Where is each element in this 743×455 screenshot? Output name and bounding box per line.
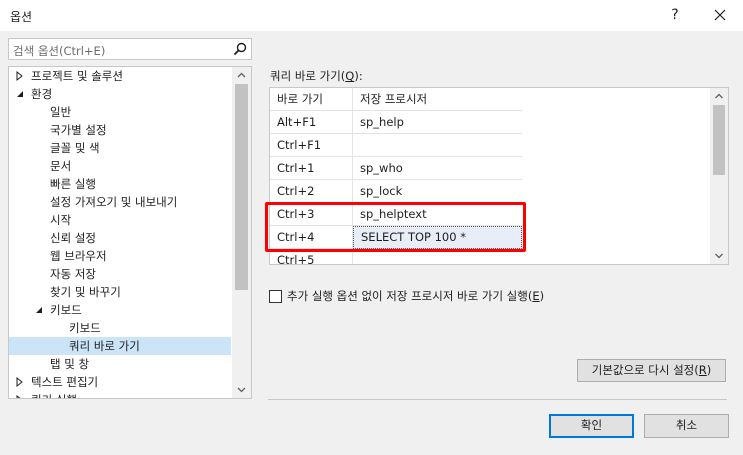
tree-item-label: 환경 xyxy=(31,87,53,101)
table-row[interactable]: Alt+F1 sp_help xyxy=(270,111,522,134)
tree-item[interactable]: 쿼리 실행 xyxy=(9,391,231,399)
tree-item-label: 탭 및 창 xyxy=(50,357,90,371)
tree-item[interactable]: 환경 xyxy=(9,85,231,103)
tree-item-label: 국가별 설정 xyxy=(50,123,107,137)
tree-item-label: 신뢰 설정 xyxy=(50,231,96,245)
run-without-options-label: 추가 실행 옵션 없이 저장 프로시저 바로 가기 실행(E) xyxy=(287,289,545,303)
tree-item-label: 문서 xyxy=(50,159,72,173)
tree-item-label: 글꼴 및 색 xyxy=(50,141,100,155)
shortcut-key-cell: Ctrl+1 xyxy=(270,157,353,180)
shortcut-key-cell: Ctrl+2 xyxy=(270,180,353,203)
tree-item-label: 자동 저장 xyxy=(50,267,96,281)
close-button[interactable] xyxy=(706,3,734,27)
tree-item[interactable]: 자동 저장 xyxy=(9,265,231,283)
tree-item[interactable]: 프로젝트 및 솔루션 xyxy=(9,67,231,85)
tree-item[interactable]: 쿼리 바로 가기 xyxy=(9,337,231,355)
ok-button[interactable]: 확인 xyxy=(549,414,634,438)
scroll-up-icon[interactable] xyxy=(232,67,251,83)
tree-item[interactable]: 신뢰 설정 xyxy=(9,229,231,247)
search-input[interactable]: 검색 옵션(Ctrl+E) xyxy=(8,38,252,60)
tree-item-label: 빠른 실행 xyxy=(50,177,96,191)
tree-item-label: 쿼리 실행 xyxy=(31,391,77,398)
tree-item[interactable]: 텍스트 편집기 xyxy=(9,373,231,391)
options-tree[interactable]: 프로젝트 및 솔루션환경일반국가별 설정글꼴 및 색문서빠른 실행설정 가져오기… xyxy=(8,66,252,399)
tree-item[interactable]: 시작 xyxy=(9,211,231,229)
table-row[interactable]: Ctrl+1 sp_who xyxy=(270,157,522,180)
column-header-procedure: 저장 프로시저 xyxy=(360,92,428,106)
tree-item[interactable]: 설정 가져오기 및 내보내기 xyxy=(9,193,231,211)
tree-item[interactable]: 빠른 실행 xyxy=(9,175,231,193)
expand-icon[interactable] xyxy=(15,67,25,85)
scroll-down-icon[interactable] xyxy=(710,248,728,264)
tree-item[interactable]: 웹 브라우저 xyxy=(9,247,231,265)
expand-icon[interactable] xyxy=(15,391,25,399)
tree-scrollbar[interactable] xyxy=(232,67,251,398)
stored-procedure-cell[interactable]: sp_help xyxy=(353,111,522,134)
tree-item[interactable]: 탭 및 창 xyxy=(9,355,231,373)
tree-item[interactable]: 키보드 xyxy=(9,301,231,319)
tree-item-label: 쿼리 바로 가기 xyxy=(69,339,140,353)
reset-button[interactable]: 기본값으로 다시 설정(R) xyxy=(577,359,726,382)
collapse-icon[interactable] xyxy=(34,301,44,319)
tree-item[interactable]: 찾기 및 바꾸기 xyxy=(9,283,231,301)
tree-item-label: 프로젝트 및 솔루션 xyxy=(31,69,123,83)
stored-procedure-cell[interactable]: sp_who xyxy=(353,157,522,180)
tree-item[interactable]: 국가별 설정 xyxy=(9,121,231,139)
tree-item-label: 웹 브라우저 xyxy=(50,249,107,263)
search-icon[interactable] xyxy=(232,41,248,57)
scroll-down-icon[interactable] xyxy=(232,382,251,398)
shortcut-key-cell: Alt+F1 xyxy=(270,111,353,134)
shortcut-key-cell: Ctrl+F1 xyxy=(270,134,353,157)
tree-item-label: 찾기 및 바꾸기 xyxy=(50,285,121,299)
tree-item-label: 키보드 xyxy=(69,321,101,335)
tree-item[interactable]: 일반 xyxy=(9,103,231,121)
table-row[interactable]: Ctrl+2 sp_lock xyxy=(270,180,522,203)
tree-item-label: 설정 가져오기 및 내보내기 xyxy=(50,195,178,209)
window-title: 옵션 xyxy=(10,10,33,24)
tree-item-label: 일반 xyxy=(50,105,72,119)
expand-icon[interactable] xyxy=(15,373,25,391)
shortcuts-label: 쿼리 바로 가기(Q): xyxy=(270,69,363,83)
scroll-up-icon[interactable] xyxy=(710,88,728,104)
divider xyxy=(268,399,727,400)
tree-scroll-thumb[interactable] xyxy=(235,84,248,290)
stored-procedure-cell[interactable]: sp_lock xyxy=(353,180,522,203)
highlight-box xyxy=(265,202,526,252)
grid-header: 바로 가기 저장 프로시저 xyxy=(270,88,522,111)
title-bar: 옵션 ? xyxy=(0,0,743,31)
run-without-options-checkbox[interactable] xyxy=(269,290,282,303)
tree-item-label: 시작 xyxy=(50,213,72,227)
stored-procedure-cell[interactable] xyxy=(353,134,522,157)
close-icon xyxy=(714,9,726,21)
tree-item-label: 키보드 xyxy=(50,303,82,317)
tree-item[interactable]: 키보드 xyxy=(9,319,231,337)
tree-item[interactable]: 글꼴 및 색 xyxy=(9,139,231,157)
tree-item[interactable]: 문서 xyxy=(9,157,231,175)
search-placeholder: 검색 옵션(Ctrl+E) xyxy=(13,44,106,58)
collapse-icon[interactable] xyxy=(15,85,25,103)
column-header-shortcut: 바로 가기 xyxy=(270,88,353,111)
grid-scrollbar[interactable] xyxy=(710,88,728,264)
tree-item-label: 텍스트 편집기 xyxy=(31,375,99,389)
table-row[interactable]: Ctrl+F1 xyxy=(270,134,522,157)
help-button[interactable]: ? xyxy=(662,3,688,27)
grid-scroll-thumb[interactable] xyxy=(713,105,725,175)
cancel-button[interactable]: 취소 xyxy=(644,414,729,438)
